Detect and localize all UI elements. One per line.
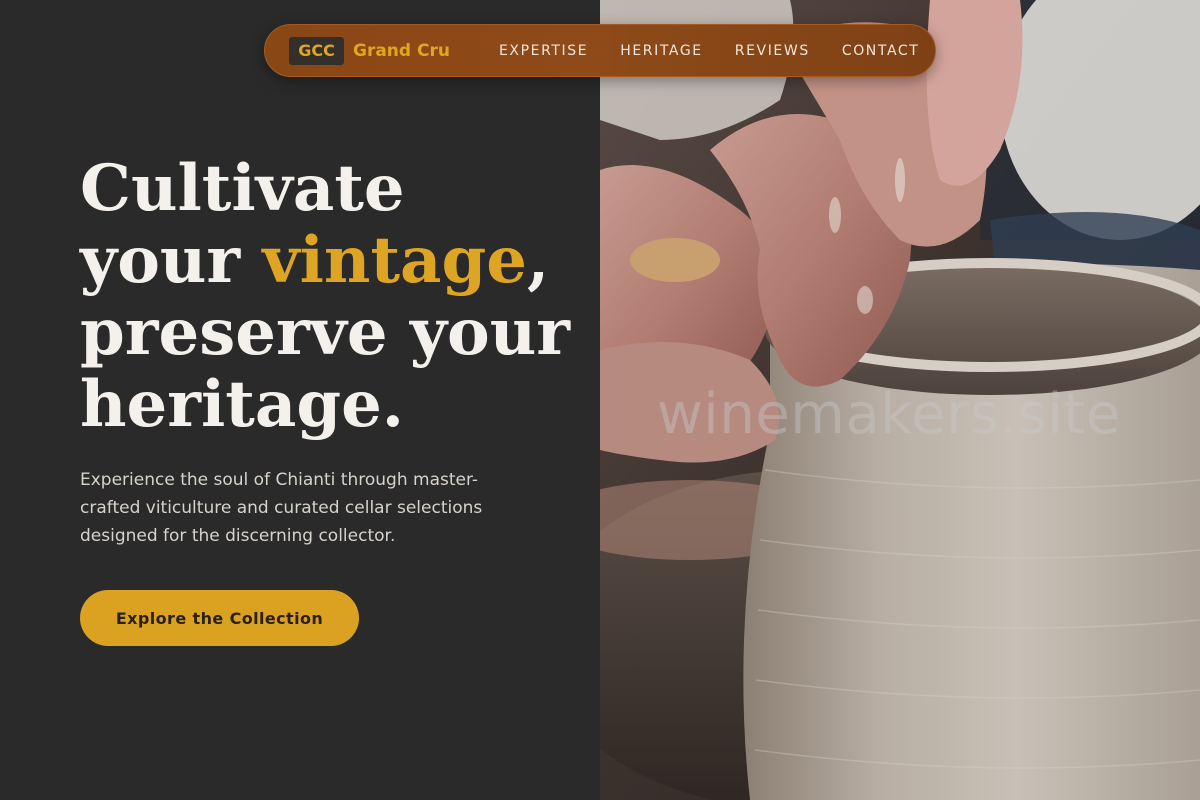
brand-logo[interactable]: GCC Grand Cru bbox=[289, 36, 450, 65]
hero-subtext: Experience the soul of Chianti through m… bbox=[80, 470, 483, 546]
nav-link-contact[interactable]: CONTACT bbox=[842, 43, 920, 59]
brand-name: Grand Cru bbox=[353, 40, 450, 61]
nav-link-expertise[interactable]: EXPERTISE bbox=[499, 43, 588, 59]
top-navigation: GCC Grand Cru EXPERTISE HERITAGE REVIEWS… bbox=[264, 24, 936, 77]
explore-collection-button[interactable]: Explore the Collection bbox=[80, 590, 359, 646]
brand-badge: GCC bbox=[289, 36, 344, 65]
nav-link-heritage[interactable]: HERITAGE bbox=[620, 43, 703, 59]
hero-headline: Cultivate your vintage, preserve your he… bbox=[80, 153, 580, 441]
headline-accent: vintage bbox=[262, 223, 527, 298]
nav-links: EXPERTISE HERITAGE REVIEWS CONTACT bbox=[499, 43, 919, 59]
nav-link-reviews[interactable]: REVIEWS bbox=[735, 43, 810, 59]
watermark: winemakers.site bbox=[657, 382, 1121, 447]
